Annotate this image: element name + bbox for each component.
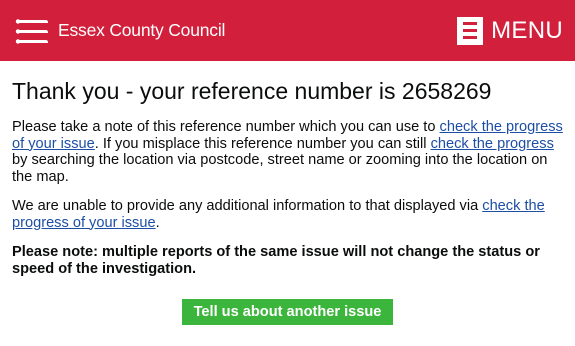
site-header: Essex County Council MENU	[0, 0, 575, 61]
essex-seaxes-icon	[15, 18, 48, 44]
hamburger-icon	[457, 16, 484, 45]
reference-text-1: Please take a note of this reference num…	[12, 119, 440, 135]
check-progress-search-link[interactable]: check the progress	[431, 136, 554, 152]
duplicate-report-note: Please note: multiple reports of the sam…	[12, 244, 540, 277]
additional-info-end: .	[155, 214, 160, 231]
main-content: Thank you - your reference number is 265…	[0, 77, 575, 325]
report-another-issue-button[interactable]: Tell us about another issue	[181, 299, 394, 325]
council-name: Essex County Council	[58, 20, 226, 40]
page-title: Thank you - your reference number is 265…	[12, 78, 492, 104]
council-logo[interactable]: Essex County Council	[13, 12, 225, 50]
reference-text-3: by searching the location via postcode, …	[12, 152, 548, 185]
reference-text-2: . If you misplace this reference number …	[94, 135, 431, 152]
menu-label: MENU	[491, 16, 563, 44]
menu-button[interactable]: MENU	[457, 16, 563, 45]
additional-info-paragraph: We are unable to provide any additional …	[12, 198, 563, 231]
reference-instructions: Please take a note of this reference num…	[12, 119, 563, 185]
additional-info-text: We are unable to provide any additional …	[12, 198, 483, 214]
button-container: Tell us about another issue	[12, 290, 563, 325]
